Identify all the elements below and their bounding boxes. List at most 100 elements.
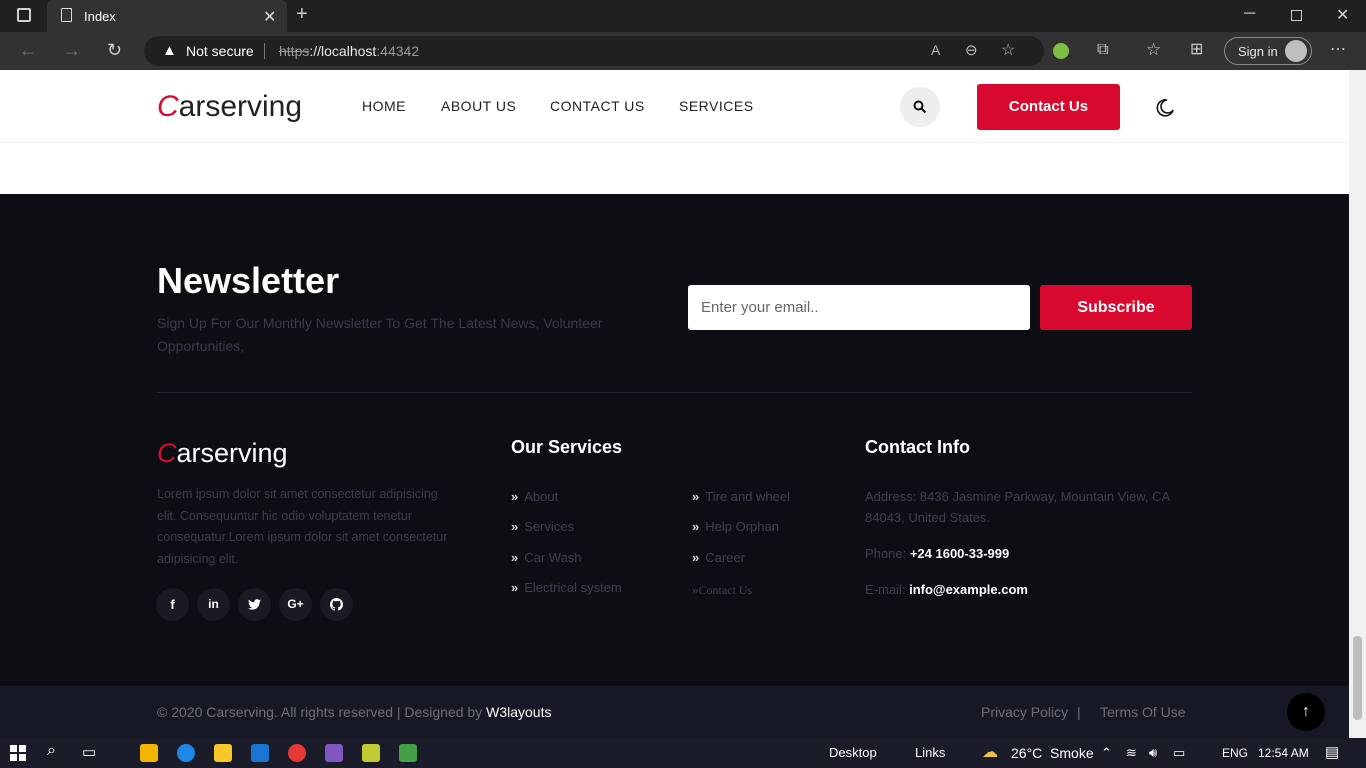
- chevron-right-icon: »: [511, 489, 519, 504]
- service-label: Contact Us: [698, 583, 753, 597]
- nav-home[interactable]: HOME: [362, 98, 406, 114]
- facebook-icon[interactable]: f: [156, 588, 189, 621]
- search-taskbar-icon[interactable]: ⌕: [47, 742, 56, 760]
- scrollbar-thumb[interactable]: [1353, 636, 1362, 720]
- extensions-icon[interactable]: ⧉: [1097, 42, 1108, 58]
- twitter-icon[interactable]: [238, 588, 271, 621]
- subscribe-button[interactable]: Subscribe: [1040, 285, 1192, 330]
- contact-email-row: E-mail: info@example.com: [865, 579, 1028, 600]
- linkedin-icon[interactable]: in: [197, 588, 230, 621]
- service-link-contact[interactable]: »Contact Us: [692, 582, 752, 598]
- new-tab-icon[interactable]: +: [296, 4, 308, 24]
- file-explorer-icon[interactable]: [214, 744, 232, 762]
- read-aloud-icon[interactable]: A: [931, 42, 940, 58]
- header-shadow: [0, 142, 1349, 143]
- add-favorite-icon[interactable]: ☆: [1001, 40, 1015, 60]
- service-link-tire[interactable]: » Tire and wheel: [692, 489, 790, 504]
- contact-us-button[interactable]: Contact Us: [977, 84, 1120, 130]
- forward-icon[interactable]: →: [63, 41, 81, 59]
- contact-address: Address: 8436 Jasmine Parkway, Mountain …: [865, 489, 1170, 525]
- chevron-right-icon: »: [692, 519, 700, 534]
- browser-tab[interactable]: Index ✕: [47, 0, 287, 32]
- minimize-icon[interactable]: ─: [1244, 6, 1255, 22]
- tab-title: Index: [84, 9, 116, 24]
- url-box[interactable]: ▲ Not secure https://localhost:44342 A ⊖…: [144, 36, 1044, 66]
- store-icon[interactable]: [140, 744, 158, 762]
- nav-contact-us[interactable]: CONTACT US: [550, 98, 645, 114]
- links-toolbar[interactable]: Links: [915, 745, 945, 760]
- service-link-career[interactable]: » Career: [692, 550, 745, 565]
- url-port: :44342: [376, 43, 420, 59]
- close-tab-icon[interactable]: ✕: [263, 7, 276, 27]
- language-indicator[interactable]: ENG: [1222, 746, 1248, 760]
- service-label: Electrical system: [524, 580, 622, 595]
- search-button[interactable]: [900, 87, 940, 127]
- desktop-toolbar[interactable]: Desktop: [829, 745, 877, 760]
- service-label: Car Wash: [524, 550, 582, 565]
- service-link-electrical[interactable]: » Electrical system: [511, 580, 622, 595]
- nav-services[interactable]: SERVICES: [679, 98, 754, 114]
- clock[interactable]: 12:54 AM: [1258, 746, 1309, 760]
- nav-about-us[interactable]: ABOUT US: [441, 98, 516, 114]
- sign-in-button[interactable]: Sign in: [1224, 37, 1312, 65]
- volume-icon[interactable]: 🔊︎: [1149, 745, 1157, 761]
- service-label: Services: [524, 519, 575, 534]
- refresh-icon[interactable]: ↻: [107, 41, 122, 59]
- email-field[interactable]: [688, 285, 1030, 330]
- notifications-icon[interactable]: ▤: [1325, 743, 1339, 761]
- security-label[interactable]: Not secure: [186, 43, 254, 59]
- back-icon[interactable]: ←: [19, 41, 37, 59]
- designer-link[interactable]: W3layouts: [486, 704, 551, 720]
- service-link-services[interactable]: » Services: [511, 519, 574, 534]
- tab-actions-icon[interactable]: [17, 8, 31, 22]
- chevron-right-icon: »: [511, 580, 519, 595]
- terms-of-use-link[interactable]: Terms Of Use: [1100, 704, 1186, 720]
- visual-studio-icon[interactable]: [325, 744, 343, 762]
- chevron-right-icon: »: [692, 550, 700, 565]
- github-icon[interactable]: [320, 588, 353, 621]
- url-host: ://localhost: [309, 43, 377, 59]
- google-plus-icon[interactable]: G+: [279, 588, 312, 621]
- extension-bulb-icon[interactable]: [1053, 43, 1069, 59]
- email-link[interactable]: info@example.com: [909, 582, 1028, 597]
- back-to-top-button[interactable]: ↑: [1287, 693, 1325, 731]
- contact-phone-row: Phone: +24 1600-33-999: [865, 543, 1009, 564]
- url-scheme: https: [279, 43, 310, 59]
- page-icon: [61, 8, 72, 22]
- windows-start-icon[interactable]: [10, 745, 26, 761]
- footer-divider: [157, 392, 1192, 393]
- url-divider: [264, 43, 265, 59]
- weather-text[interactable]: 26°C Smoke: [1011, 745, 1094, 761]
- collections-icon[interactable]: ⊞: [1190, 42, 1203, 58]
- service-link-about[interactable]: » About: [511, 489, 558, 504]
- service-link-help-orphan[interactable]: » Help Orphan: [692, 519, 779, 534]
- service-link-car-wash[interactable]: » Car Wash: [511, 550, 582, 565]
- git-icon[interactable]: [399, 744, 417, 762]
- tray-chevron-icon[interactable]: ⌃: [1101, 745, 1112, 761]
- chevron-right-icon: »: [511, 519, 519, 534]
- chrome-icon[interactable]: [288, 744, 306, 762]
- battery-icon[interactable]: ▭: [1173, 745, 1185, 761]
- sticky-notes-icon[interactable]: [362, 744, 380, 762]
- phone-number[interactable]: +24 1600-33-999: [910, 546, 1009, 561]
- site-logo[interactable]: Carserving: [157, 90, 302, 124]
- search-icon: [913, 100, 927, 114]
- weather-icon: ☁: [982, 744, 998, 761]
- wifi-icon[interactable]: ≋: [1126, 745, 1137, 761]
- windows-taskbar: [0, 738, 1366, 768]
- policy-separator: |: [1077, 704, 1081, 720]
- mail-icon[interactable]: [251, 744, 269, 762]
- more-icon[interactable]: ⋯: [1330, 42, 1346, 58]
- header: [0, 70, 1349, 194]
- privacy-policy-link[interactable]: Privacy Policy: [981, 704, 1068, 720]
- task-view-icon[interactable]: ▭: [82, 743, 96, 761]
- edge-icon[interactable]: [177, 744, 195, 762]
- close-window-icon[interactable]: ✕: [1336, 8, 1349, 24]
- favorites-icon[interactable]: ☆: [1146, 41, 1161, 58]
- url-text[interactable]: https://localhost:44342: [279, 43, 419, 59]
- restore-icon[interactable]: [1291, 10, 1302, 21]
- zoom-icon[interactable]: ⊖: [965, 41, 978, 59]
- dark-mode-toggle-icon[interactable]: [1155, 98, 1175, 118]
- email-label: E-mail:: [865, 582, 906, 597]
- footer-logo[interactable]: Carserving: [157, 438, 288, 469]
